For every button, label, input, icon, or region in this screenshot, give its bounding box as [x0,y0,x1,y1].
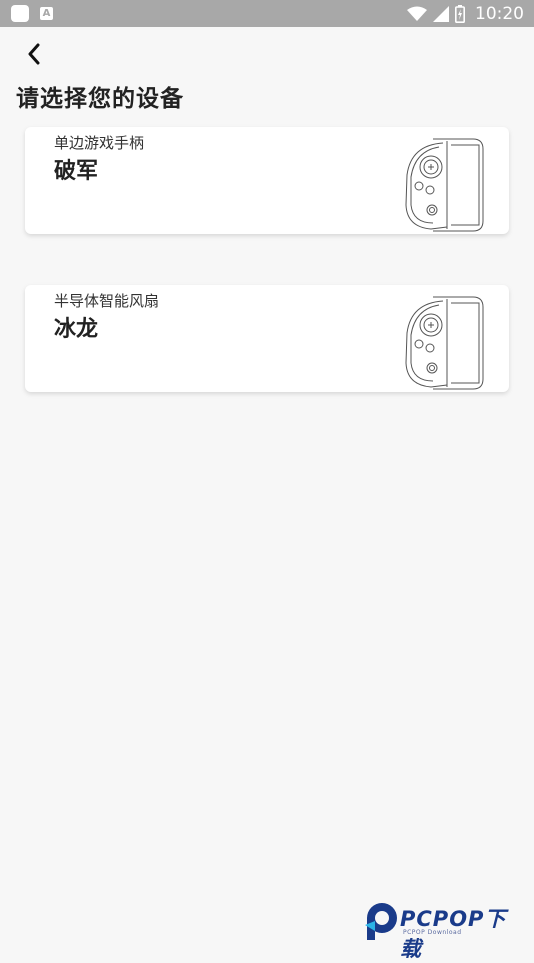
gamepad-icon [405,296,484,390]
page-title: 请选择您的设备 [16,86,184,112]
device-category: 半导体智能风扇 [54,292,160,310]
device-card-binglong[interactable]: 半导体智能风扇 冰龙 [25,285,509,392]
device-category: 单边游戏手柄 [54,134,145,152]
device-name: 冰龙 [54,317,99,342]
chevron-left-icon [28,43,40,65]
watermark: PCPOP下载 PCPOP Download [363,901,528,961]
device-card-pojun[interactable]: 单边游戏手柄 破军 [25,127,509,234]
device-name: 破军 [54,159,99,184]
watermark-sub: PCPOP Download [403,929,462,936]
notification-a-icon: A [40,7,53,20]
pcpop-logo-icon [365,903,397,940]
status-bar: A 10:20 [0,0,534,27]
wifi-icon [407,6,427,21]
signal-icon [433,5,449,22]
app-notification-icon [11,5,29,22]
back-button[interactable] [18,38,50,70]
battery-icon [455,4,465,23]
clock: 10:20 [475,3,524,24]
status-icons: 10:20 [407,0,524,27]
gamepad-icon [405,138,484,232]
